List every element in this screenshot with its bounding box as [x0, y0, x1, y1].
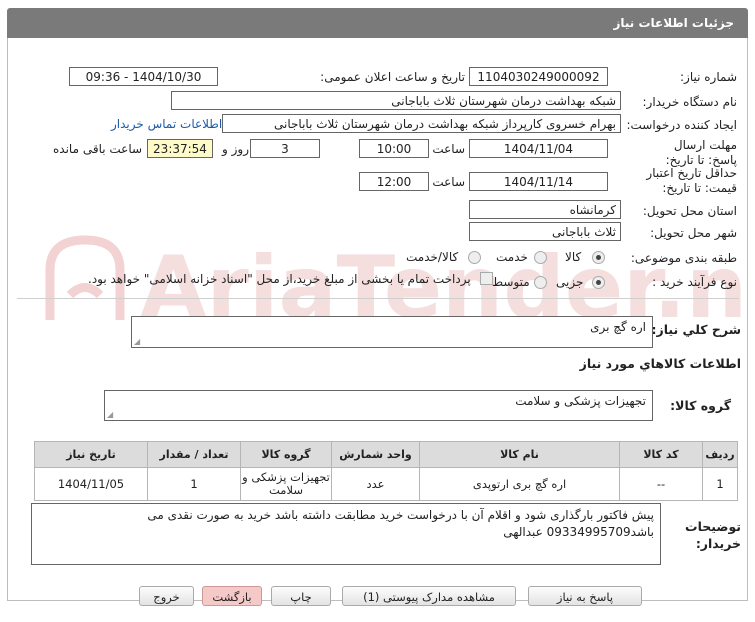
- creator-field: بهرام خسروی کارپرداز شبکه بهداشت درمان ش…: [222, 114, 621, 133]
- cell-item-code: --: [619, 467, 703, 501]
- city-label: شهر محل تحویل:: [650, 226, 737, 240]
- cell-unit: عدد: [331, 467, 420, 501]
- category-goods-label: کالا: [565, 250, 582, 264]
- city-field: ثلاث باباجانی: [469, 222, 621, 241]
- need-number-label: شماره نیاز:: [680, 70, 737, 84]
- process-small-label: جزیی: [556, 275, 584, 289]
- general-desc-textarea[interactable]: اره گچ بری ◢: [131, 316, 653, 348]
- items-table: ردیف کد کالا نام کالا واحد شمارش گروه کا…: [34, 441, 738, 501]
- day-and-label: روز و: [222, 142, 249, 156]
- category-goods-service-label: کالا/خدمت: [406, 250, 459, 264]
- reply-button[interactable]: پاسخ به نیاز: [528, 586, 642, 606]
- need-number-field: 1104030249000092: [469, 67, 608, 86]
- general-desc-label: شرح کلي نیاز:: [651, 322, 741, 337]
- back-button[interactable]: بازگشت: [202, 586, 262, 606]
- page-title: جزئیات اطلاعات نیاز: [613, 16, 734, 30]
- buyer-org-label: نام دستگاه خریدار:: [642, 95, 738, 109]
- validity-time-field: 12:00: [359, 172, 429, 191]
- buyer-notes-textarea[interactable]: پیش فاکتور بارگذاری شود و اقلام آن با در…: [31, 503, 661, 565]
- goods-info-title: اطلاعات کالاهاي مورد نیاز: [579, 356, 741, 371]
- category-label: طبقه بندی موضوعی:: [630, 251, 737, 265]
- buyer-notes-label: توضیحات خریدار:: [685, 519, 741, 551]
- col-item-name: نام کالا: [419, 441, 620, 468]
- category-goods-service-radio[interactable]: [468, 251, 481, 264]
- cell-quantity: 1: [147, 467, 241, 501]
- category-service-radio[interactable]: [534, 251, 547, 264]
- reply-time-label: ساعت: [432, 142, 465, 156]
- validity-date-field: 1404/11/14: [469, 172, 608, 191]
- province-field: کرمانشاه: [469, 200, 621, 219]
- print-button[interactable]: چاپ: [271, 586, 331, 606]
- category-goods-radio[interactable]: [592, 251, 605, 264]
- page-header: جزئیات اطلاعات نیاز: [7, 8, 748, 38]
- treasury-payment-checkbox[interactable]: [480, 272, 493, 285]
- contact-buyer-link[interactable]: اطلاعات تماس خریدار: [111, 117, 222, 131]
- remaining-time-field: 23:37:54: [147, 139, 213, 158]
- goods-group-label: گروه کالا:: [670, 398, 731, 413]
- table-row[interactable]: 1 -- اره گچ بری ارتوپدی عدد تجهیزات پزشک…: [34, 467, 738, 501]
- col-quantity: تعداد / مقدار: [147, 441, 241, 468]
- section-divider: [17, 298, 739, 299]
- reply-time-field: 10:00: [359, 139, 429, 158]
- buyer-notes-text: پیش فاکتور بارگذاری شود و اقلام آن با در…: [147, 508, 654, 539]
- attachments-button[interactable]: مشاهده مدارک پیوستی (1): [342, 586, 516, 606]
- validity-label: حداقل تاریخ اعتبار قیمت: تا تاریخ:: [646, 166, 737, 195]
- col-goods-group: گروه کالا: [240, 441, 332, 468]
- reply-deadline-label: مهلت ارسال پاسخ: تا تاریخ:: [665, 138, 737, 167]
- cell-goods-group: تجهیزات پزشکی و سلامت: [240, 467, 332, 501]
- buyer-org-field: شبکه بهداشت درمان شهرستان ثلاث باباجانی: [171, 91, 621, 110]
- category-service-label: خدمت: [496, 250, 528, 264]
- cell-row-number: 1: [702, 467, 738, 501]
- creator-label: ایجاد کننده درخواست:: [626, 118, 737, 132]
- col-need-date: تاریخ نیاز: [34, 441, 148, 468]
- validity-time-label: ساعت: [432, 175, 465, 189]
- col-row-number: ردیف: [702, 441, 738, 468]
- exit-button[interactable]: خروج: [139, 586, 194, 606]
- resize-grip-icon[interactable]: ◢: [134, 337, 140, 346]
- announce-label: تاریخ و ساعت اعلان عمومی:: [320, 70, 465, 84]
- cell-item-name: اره گچ بری ارتوپدی: [419, 467, 620, 501]
- reply-date-field: 1404/11/04: [469, 139, 608, 158]
- days-field: 3: [250, 139, 320, 158]
- resize-grip-icon[interactable]: ◢: [107, 410, 113, 419]
- province-label: استان محل تحویل:: [642, 204, 737, 218]
- goods-group-text: تجهیزات پزشکی و سلامت: [515, 394, 646, 408]
- announce-datetime-field: 1404/10/30 - 09:36: [69, 67, 218, 86]
- process-type-label: نوع فرآیند خرید :: [652, 275, 737, 289]
- goods-group-textarea[interactable]: تجهیزات پزشکی و سلامت ◢: [104, 390, 653, 421]
- remaining-label: ساعت باقی مانده: [53, 142, 143, 156]
- cell-need-date: 1404/11/05: [34, 467, 148, 501]
- general-desc-text: اره گچ بری: [590, 320, 646, 334]
- process-small-radio[interactable]: [592, 276, 605, 289]
- table-header-row: ردیف کد کالا نام کالا واحد شمارش گروه کا…: [34, 441, 738, 468]
- col-unit: واحد شمارش: [331, 441, 420, 468]
- payment-note-text: پرداخت تمام یا بخشی از مبلغ خرید،از محل …: [88, 272, 471, 286]
- process-medium-radio[interactable]: [534, 276, 547, 289]
- col-item-code: کد کالا: [619, 441, 703, 468]
- process-medium-label: متوسط: [492, 275, 530, 289]
